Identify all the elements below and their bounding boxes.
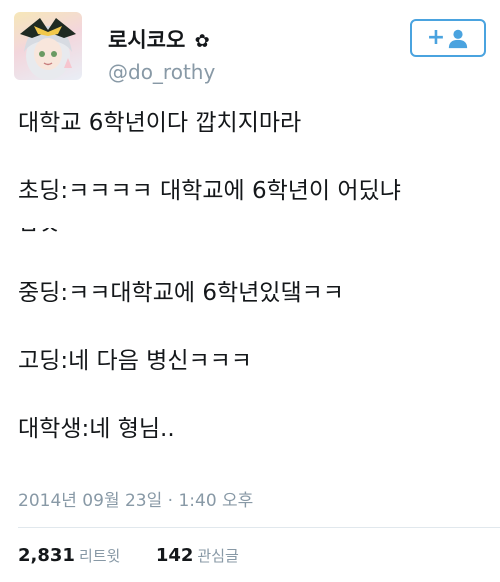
- timestamp[interactable]: 2014년 09월 23일 · 1:40 오후: [18, 486, 253, 511]
- tweet-text: 대학교 6학년이다 깝치지마라 초딩:ㅋㅋㅋㅋ 대학교에 6학년이 어딨냐 중딩…: [18, 106, 488, 446]
- retweets-label: 리트윗: [78, 547, 121, 565]
- retweets-count: 2,831: [18, 545, 75, 566]
- display-name[interactable]: 로시코오 ✿: [108, 24, 210, 54]
- likes-count: 142: [155, 545, 194, 566]
- avatar-image: [20, 18, 76, 80]
- plus-icon: +: [426, 25, 446, 50]
- tweet-line: 고딩:네 다음 병신ㅋㅋㅋ: [18, 348, 252, 374]
- tweet-line-clipped: ㅂㅅ: [18, 228, 60, 244]
- retweets-stat[interactable]: 2,831 리트윗: [18, 545, 126, 566]
- tweet-card: 로시코오 ✿ @do_rothy + 대학교 6학년이다 깝치지마라 초딩:ㅋㅋ…: [0, 0, 500, 582]
- tweet-line: 초딩:ㅋㅋㅋㅋ 대학교에 6학년이 어딨냐: [18, 178, 401, 204]
- user-handle[interactable]: @do_rothy: [108, 60, 215, 84]
- tweet-line: ㅂㅅ: [18, 228, 60, 244]
- tweet-stats: 2,831 리트윗 142 관심글: [18, 545, 239, 566]
- tweet-line: 대학교 6학년이다 깝치지마라: [18, 110, 302, 136]
- person-icon: [449, 29, 468, 49]
- likes-label: 관심글: [197, 547, 239, 565]
- follow-button[interactable]: +: [410, 19, 486, 57]
- tweet-line: 중딩:ㅋㅋ대학교에 6학년있댘ㅋㅋ: [18, 280, 344, 306]
- flower-icon: ✿: [194, 31, 210, 52]
- display-name-text: 로시코오: [108, 28, 186, 52]
- likes-stat[interactable]: 142 관심글: [156, 545, 239, 566]
- avatar[interactable]: [14, 12, 82, 80]
- tweet-line: 대학생:네 형님..: [18, 416, 175, 442]
- divider: [18, 527, 500, 528]
